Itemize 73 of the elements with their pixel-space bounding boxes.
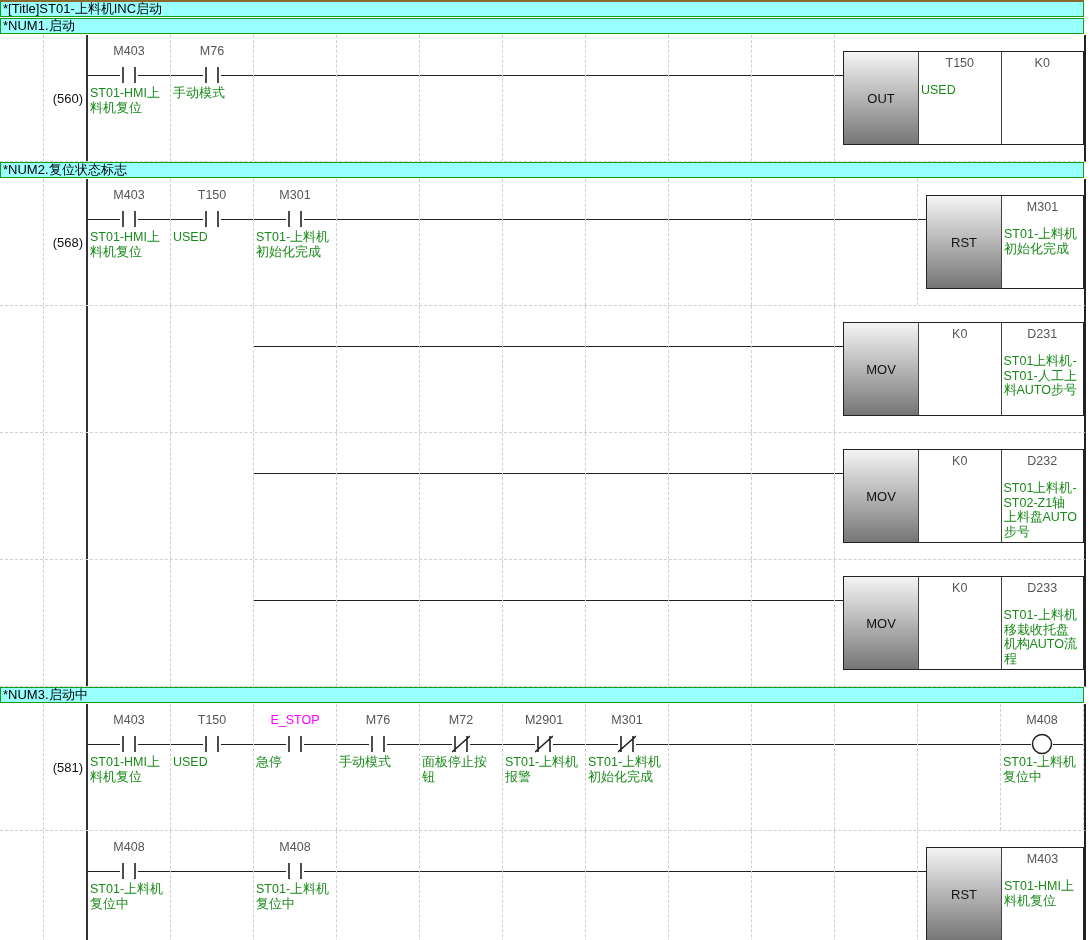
device-label: T150 bbox=[197, 713, 227, 727]
contact-icon bbox=[120, 66, 138, 84]
device-label: K0 bbox=[952, 454, 968, 468]
device-label: M403 bbox=[113, 44, 145, 58]
nc-contact-icon bbox=[452, 735, 470, 753]
device-comment: ST01-上料机复位中 bbox=[89, 882, 164, 912]
instruction-block: RST bbox=[927, 848, 1002, 940]
device-label: E_STOP bbox=[270, 713, 320, 727]
nc-contact-icon bbox=[535, 735, 553, 753]
device-comment: ST01上料机-ST02-Z1轴上料盘AUTO步号 bbox=[1002, 481, 1078, 539]
device-label: M408 bbox=[1026, 713, 1058, 727]
section-header: *NUM3.启动中 bbox=[0, 687, 1084, 703]
contact-icon bbox=[120, 862, 138, 880]
device-comment: ST01-上料机初始化完成 bbox=[255, 230, 330, 260]
device-label: D231 bbox=[1027, 327, 1058, 341]
instruction-block: MOV bbox=[844, 323, 919, 415]
device-comment: ST01-上料机复位中 bbox=[1002, 755, 1077, 785]
device-comment: ST01-上料机初始化完成 bbox=[587, 755, 662, 785]
nc-contact-icon bbox=[618, 735, 636, 753]
contact-icon bbox=[369, 735, 387, 753]
device-label: M403 bbox=[1026, 852, 1059, 866]
instruction-block: MOV bbox=[844, 450, 919, 542]
contact-icon bbox=[120, 735, 138, 753]
section-header: *NUM1.启动 bbox=[0, 18, 1084, 34]
contact-icon bbox=[120, 210, 138, 228]
device-label: M72 bbox=[448, 713, 474, 727]
instruction-block: MOV bbox=[844, 577, 919, 669]
device-comment: USED bbox=[172, 755, 209, 770]
device-label: M408 bbox=[113, 840, 145, 854]
device-label: M403 bbox=[113, 188, 145, 202]
section-header: *NUM2.复位状态标志 bbox=[0, 162, 1084, 178]
device-label: M76 bbox=[199, 44, 225, 58]
device-label: K0 bbox=[952, 327, 968, 341]
contact-icon bbox=[286, 735, 304, 753]
device-label: M76 bbox=[365, 713, 391, 727]
device-comment: ST01-HMI上料机复位 bbox=[89, 755, 161, 785]
device-label: T150 bbox=[197, 188, 227, 202]
title-bar: *[Title]ST01-上料机INC启动 bbox=[0, 0, 1084, 17]
device-label: K0 bbox=[1034, 56, 1050, 70]
instruction-block: OUT bbox=[844, 52, 919, 144]
device-comment: 面板停止按钮 bbox=[421, 755, 488, 785]
device-label: T150 bbox=[945, 56, 974, 70]
device-label: K0 bbox=[952, 581, 968, 595]
device-label: M2901 bbox=[524, 713, 564, 727]
device-comment: ST01-上料机复位中 bbox=[255, 882, 330, 912]
device-comment: ST01-上料机移栽收托盘机构AUTO流程 bbox=[1002, 608, 1078, 666]
contact-icon bbox=[203, 210, 221, 228]
step-number: (581) bbox=[52, 760, 83, 775]
device-label: M301 bbox=[1026, 200, 1059, 214]
device-comment: ST01-HMI上料机复位 bbox=[1003, 879, 1075, 908]
device-comment: ST01-上料机报警 bbox=[504, 755, 579, 785]
device-label: D232 bbox=[1027, 454, 1058, 468]
device-comment: ST01-上料机初始化完成 bbox=[1003, 227, 1078, 256]
contact-icon bbox=[203, 735, 221, 753]
device-comment: 急停 bbox=[255, 755, 283, 770]
device-label: M301 bbox=[279, 188, 311, 202]
device-comment: ST01上料机-ST01-人工上料AUTO步号 bbox=[1002, 354, 1078, 398]
device-comment: 手动模式 bbox=[172, 86, 226, 101]
step-number: (568) bbox=[52, 235, 83, 250]
device-label: M403 bbox=[113, 713, 145, 727]
step-number: (560) bbox=[52, 91, 83, 106]
device-label: M301 bbox=[611, 713, 643, 727]
device-comment: 手动模式 bbox=[338, 755, 392, 770]
contact-icon bbox=[286, 210, 304, 228]
contact-icon bbox=[286, 862, 304, 880]
device-comment: USED bbox=[172, 230, 209, 245]
instruction-block: RST bbox=[927, 196, 1002, 288]
device-comment: USED bbox=[920, 83, 957, 98]
device-label: M408 bbox=[279, 840, 311, 854]
device-comment: ST01-HMI上料机复位 bbox=[89, 86, 161, 116]
device-comment: ST01-HMI上料机复位 bbox=[89, 230, 161, 260]
contact-icon bbox=[203, 66, 221, 84]
device-label: D233 bbox=[1027, 581, 1058, 595]
